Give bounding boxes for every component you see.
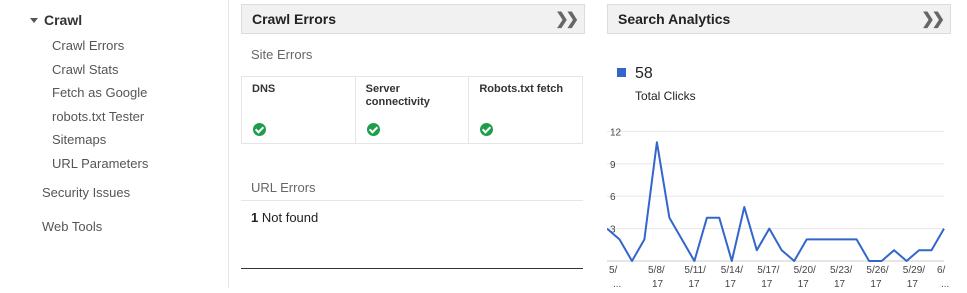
x-tick-label: 5/23/ [830, 265, 852, 276]
url-error-count: 1 [251, 210, 259, 225]
y-tick-label: 12 [610, 127, 622, 138]
server-connectivity-label: Server connectivity [365, 83, 430, 108]
y-tick-label: 9 [610, 160, 616, 171]
crawl-errors-title: Crawl Errors [252, 11, 337, 27]
site-error-dns: DNS [242, 77, 356, 143]
x-tick-label-line2: 17 [725, 279, 737, 288]
clicks-chart: 3 6 9 12 5/... 5/8/17 5/11/17 5/14/17 5/17/17 5/2… [606, 118, 952, 290]
x-tick-label: 5/17/ [757, 265, 779, 276]
search-analytics-header[interactable]: Search Analytics ❯❯ [607, 4, 951, 34]
x-tick-label-line2: 17 [798, 279, 810, 288]
clicks-chart-svg: 369125/...5/8/175/11/175/14/175/17/175/2… [606, 127, 949, 290]
legend-swatch [617, 68, 626, 77]
url-error-row[interactable]: 1 Not found [251, 210, 318, 225]
x-tick-label-line2: 17 [652, 279, 664, 288]
x-tick-label-line2: ... [613, 279, 621, 288]
site-error-robots: Robots.txt fetch [469, 77, 582, 143]
x-tick-label: 5/ [609, 265, 618, 276]
sidebar-item-crawl-stats[interactable]: Crawl Stats [52, 62, 118, 77]
url-error-type: Not found [261, 210, 319, 225]
sidebar-item-fetch-as-google[interactable]: Fetch as Google [52, 85, 147, 100]
sidebar: Crawl Crawl Errors Crawl Stats Fetch as … [0, 0, 229, 288]
x-tick-label-line2: 17 [870, 279, 882, 288]
x-tick-label-line2: 17 [688, 279, 700, 288]
site-errors-label: Site Errors [251, 47, 313, 62]
series-line-total-clicks [606, 141, 945, 262]
url-errors-label: URL Errors [251, 180, 316, 195]
divider [241, 268, 583, 269]
x-tick-label: 5/8/ [648, 265, 665, 276]
search-analytics-title: Search Analytics [618, 11, 731, 27]
nav-section-label: Crawl [44, 12, 83, 28]
double-chevron-right-icon[interactable]: ❯❯ [921, 9, 945, 29]
x-tick-label: 5/11/ [684, 265, 706, 276]
sidebar-item-web-tools[interactable]: Web Tools [42, 219, 102, 234]
sidebar-item-security-issues[interactable]: Security Issues [42, 185, 130, 200]
x-tick-label: 5/20/ [794, 265, 816, 276]
double-chevron-right-icon[interactable]: ❯❯ [555, 9, 579, 29]
x-tick-label-line2: 17 [907, 279, 919, 288]
x-tick-label-line2: ... [941, 279, 949, 288]
x-tick-label: 6/ [937, 265, 946, 276]
crawl-errors-header[interactable]: Crawl Errors ❯❯ [241, 4, 585, 34]
check-circle-icon [480, 123, 494, 136]
site-error-server: Server connectivity [356, 77, 470, 143]
x-tick-label-line2: 17 [761, 279, 773, 288]
total-clicks-label: Total Clicks [635, 89, 696, 103]
check-circle-icon [253, 123, 266, 136]
sidebar-item-crawl-errors[interactable]: Crawl Errors [52, 38, 124, 53]
x-tick-label: 5/14/ [721, 265, 743, 276]
x-tick-label: 5/26/ [866, 265, 888, 276]
x-tick-label-line2: 17 [834, 279, 846, 288]
check-circle-icon [366, 123, 380, 136]
sidebar-item-sitemaps[interactable]: Sitemaps [52, 132, 106, 147]
robots-fetch-label: Robots.txt fetch [479, 83, 564, 95]
site-errors-table: DNS Server connectivity Robots.txt fetch [241, 76, 583, 144]
sidebar-item-robots-tester[interactable]: robots.txt Tester [52, 109, 144, 124]
sidebar-item-url-parameters[interactable]: URL Parameters [52, 156, 148, 171]
y-tick-label: 6 [610, 192, 616, 203]
dns-label: DNS [252, 83, 276, 95]
nav-section-crawl[interactable]: Crawl [30, 12, 82, 28]
divider [241, 200, 583, 201]
total-clicks-value: 58 [635, 65, 653, 82]
x-tick-label: 5/29/ [903, 265, 925, 276]
caret-down-icon [30, 17, 38, 23]
